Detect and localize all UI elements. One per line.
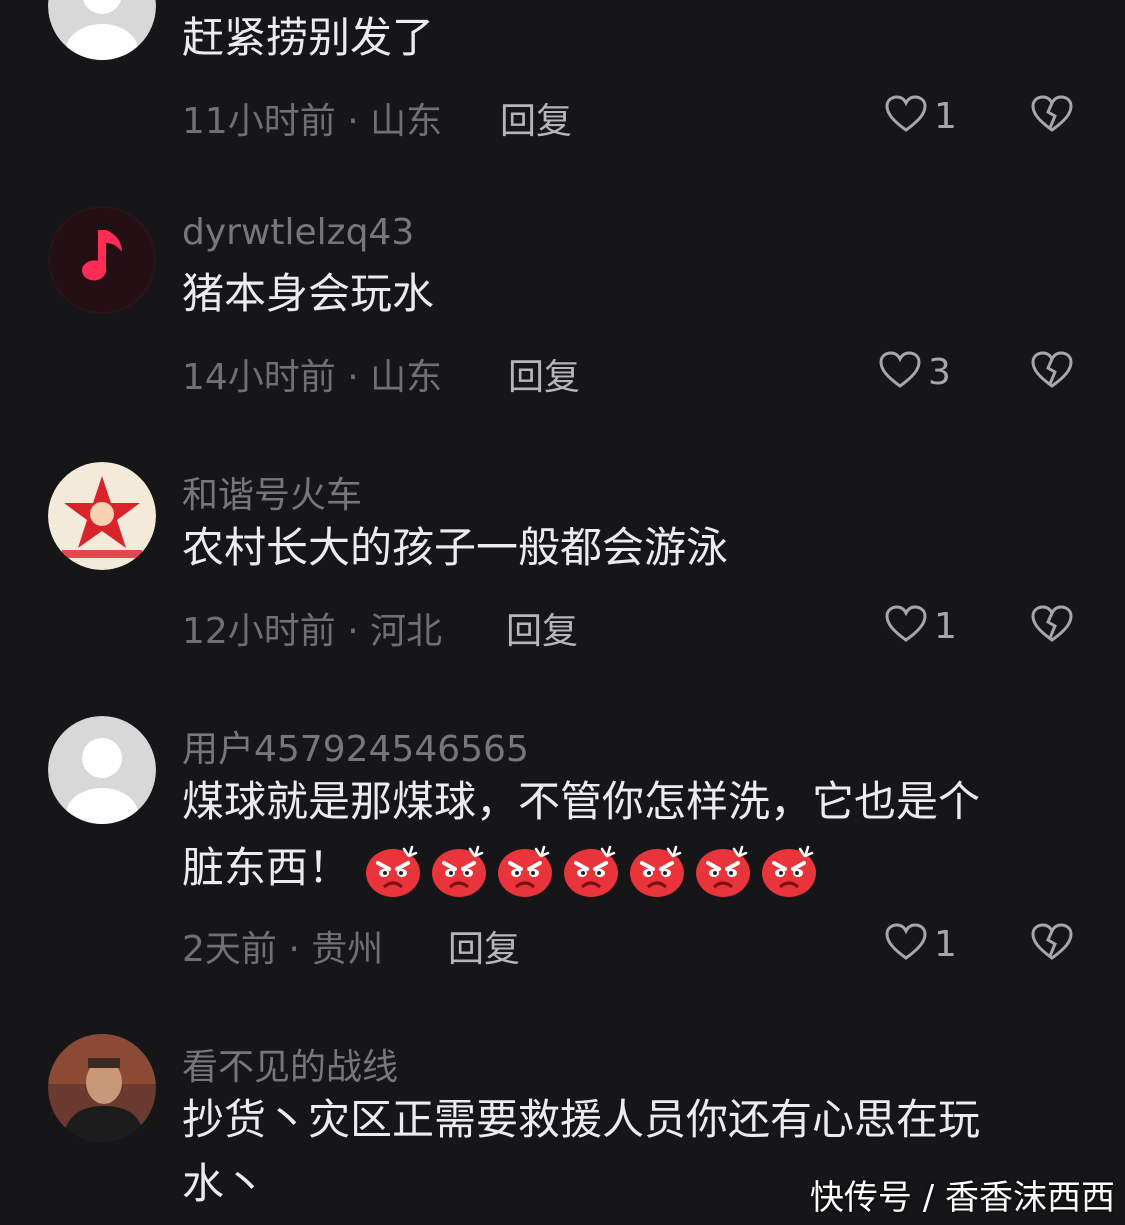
like-count: 1 bbox=[934, 95, 957, 137]
angry-face-icon bbox=[430, 843, 488, 899]
comment-username[interactable]: 看不见的战线 bbox=[182, 1038, 398, 1090]
like-count: 3 bbox=[928, 351, 951, 393]
comment-text: 猪本身会玩水 bbox=[182, 269, 435, 318]
emoji-row bbox=[364, 843, 818, 899]
reply-button[interactable]: 回复 bbox=[500, 92, 572, 144]
comment-text: 赶紧捞别发了 bbox=[182, 13, 435, 62]
broken-heart-icon bbox=[1030, 351, 1074, 394]
angry-face-icon bbox=[562, 843, 620, 899]
comment-text: 农村长大的孩子一般都会游泳 bbox=[182, 523, 729, 572]
angry-face-icon bbox=[694, 843, 752, 899]
comment-username[interactable]: dyrwtlelzq43 bbox=[182, 212, 414, 253]
dislike-button[interactable] bbox=[1030, 604, 1074, 648]
comment-time-location: 12小时前 · 河北 bbox=[182, 611, 443, 652]
comment-text-line2: 脏东西！ bbox=[182, 836, 1062, 900]
comment-text: 抄货丶灾区正需要救援人员你还有心思在玩 bbox=[182, 1095, 981, 1144]
reply-button[interactable]: 回复 bbox=[508, 348, 580, 400]
like-button[interactable]: 1 bbox=[884, 922, 957, 966]
comment-text: 煤球就是那煤球，不管你怎样洗，它也是个 bbox=[182, 777, 981, 826]
broken-heart-icon bbox=[1030, 923, 1074, 966]
default-avatar-icon[interactable] bbox=[48, 0, 156, 60]
comment-username[interactable]: 和谐号火车 bbox=[182, 466, 362, 518]
red-star-emblem-icon[interactable] bbox=[48, 462, 156, 570]
dislike-button[interactable] bbox=[1030, 922, 1074, 966]
angry-face-icon bbox=[760, 843, 818, 899]
angry-face-icon bbox=[496, 843, 554, 899]
default-avatar-icon[interactable] bbox=[48, 716, 156, 824]
reply-button[interactable]: 回复 bbox=[506, 602, 578, 654]
reply-button[interactable]: 回复 bbox=[448, 920, 520, 972]
dislike-button[interactable] bbox=[1030, 94, 1074, 138]
comment-text: 脏东西！ bbox=[182, 843, 351, 892]
comment-time-location: 2天前 · 贵州 bbox=[182, 929, 384, 970]
comment-time-location: 11小时前 · 山东 bbox=[182, 101, 443, 142]
angry-face-icon bbox=[628, 843, 686, 899]
comment-username[interactable]: 用户457924546565 bbox=[182, 720, 529, 772]
dislike-button[interactable] bbox=[1030, 350, 1074, 394]
music-note-icon[interactable] bbox=[48, 206, 156, 314]
like-button[interactable]: 1 bbox=[884, 604, 957, 648]
heart-icon bbox=[884, 94, 928, 138]
broken-heart-icon bbox=[1030, 95, 1074, 138]
user-photo-avatar[interactable] bbox=[48, 1034, 156, 1142]
like-button[interactable]: 3 bbox=[878, 350, 951, 394]
like-button[interactable]: 1 bbox=[884, 94, 957, 138]
angry-face-icon bbox=[364, 843, 422, 899]
heart-icon bbox=[878, 350, 922, 394]
watermark: 快传号 / 香香沫西西 bbox=[809, 1178, 1115, 1218]
broken-heart-icon bbox=[1030, 605, 1074, 648]
comment-time-location: 14小时前 · 山东 bbox=[182, 357, 443, 398]
heart-icon bbox=[884, 604, 928, 648]
heart-icon bbox=[884, 922, 928, 966]
like-count: 1 bbox=[934, 923, 957, 965]
like-count: 1 bbox=[934, 605, 957, 647]
